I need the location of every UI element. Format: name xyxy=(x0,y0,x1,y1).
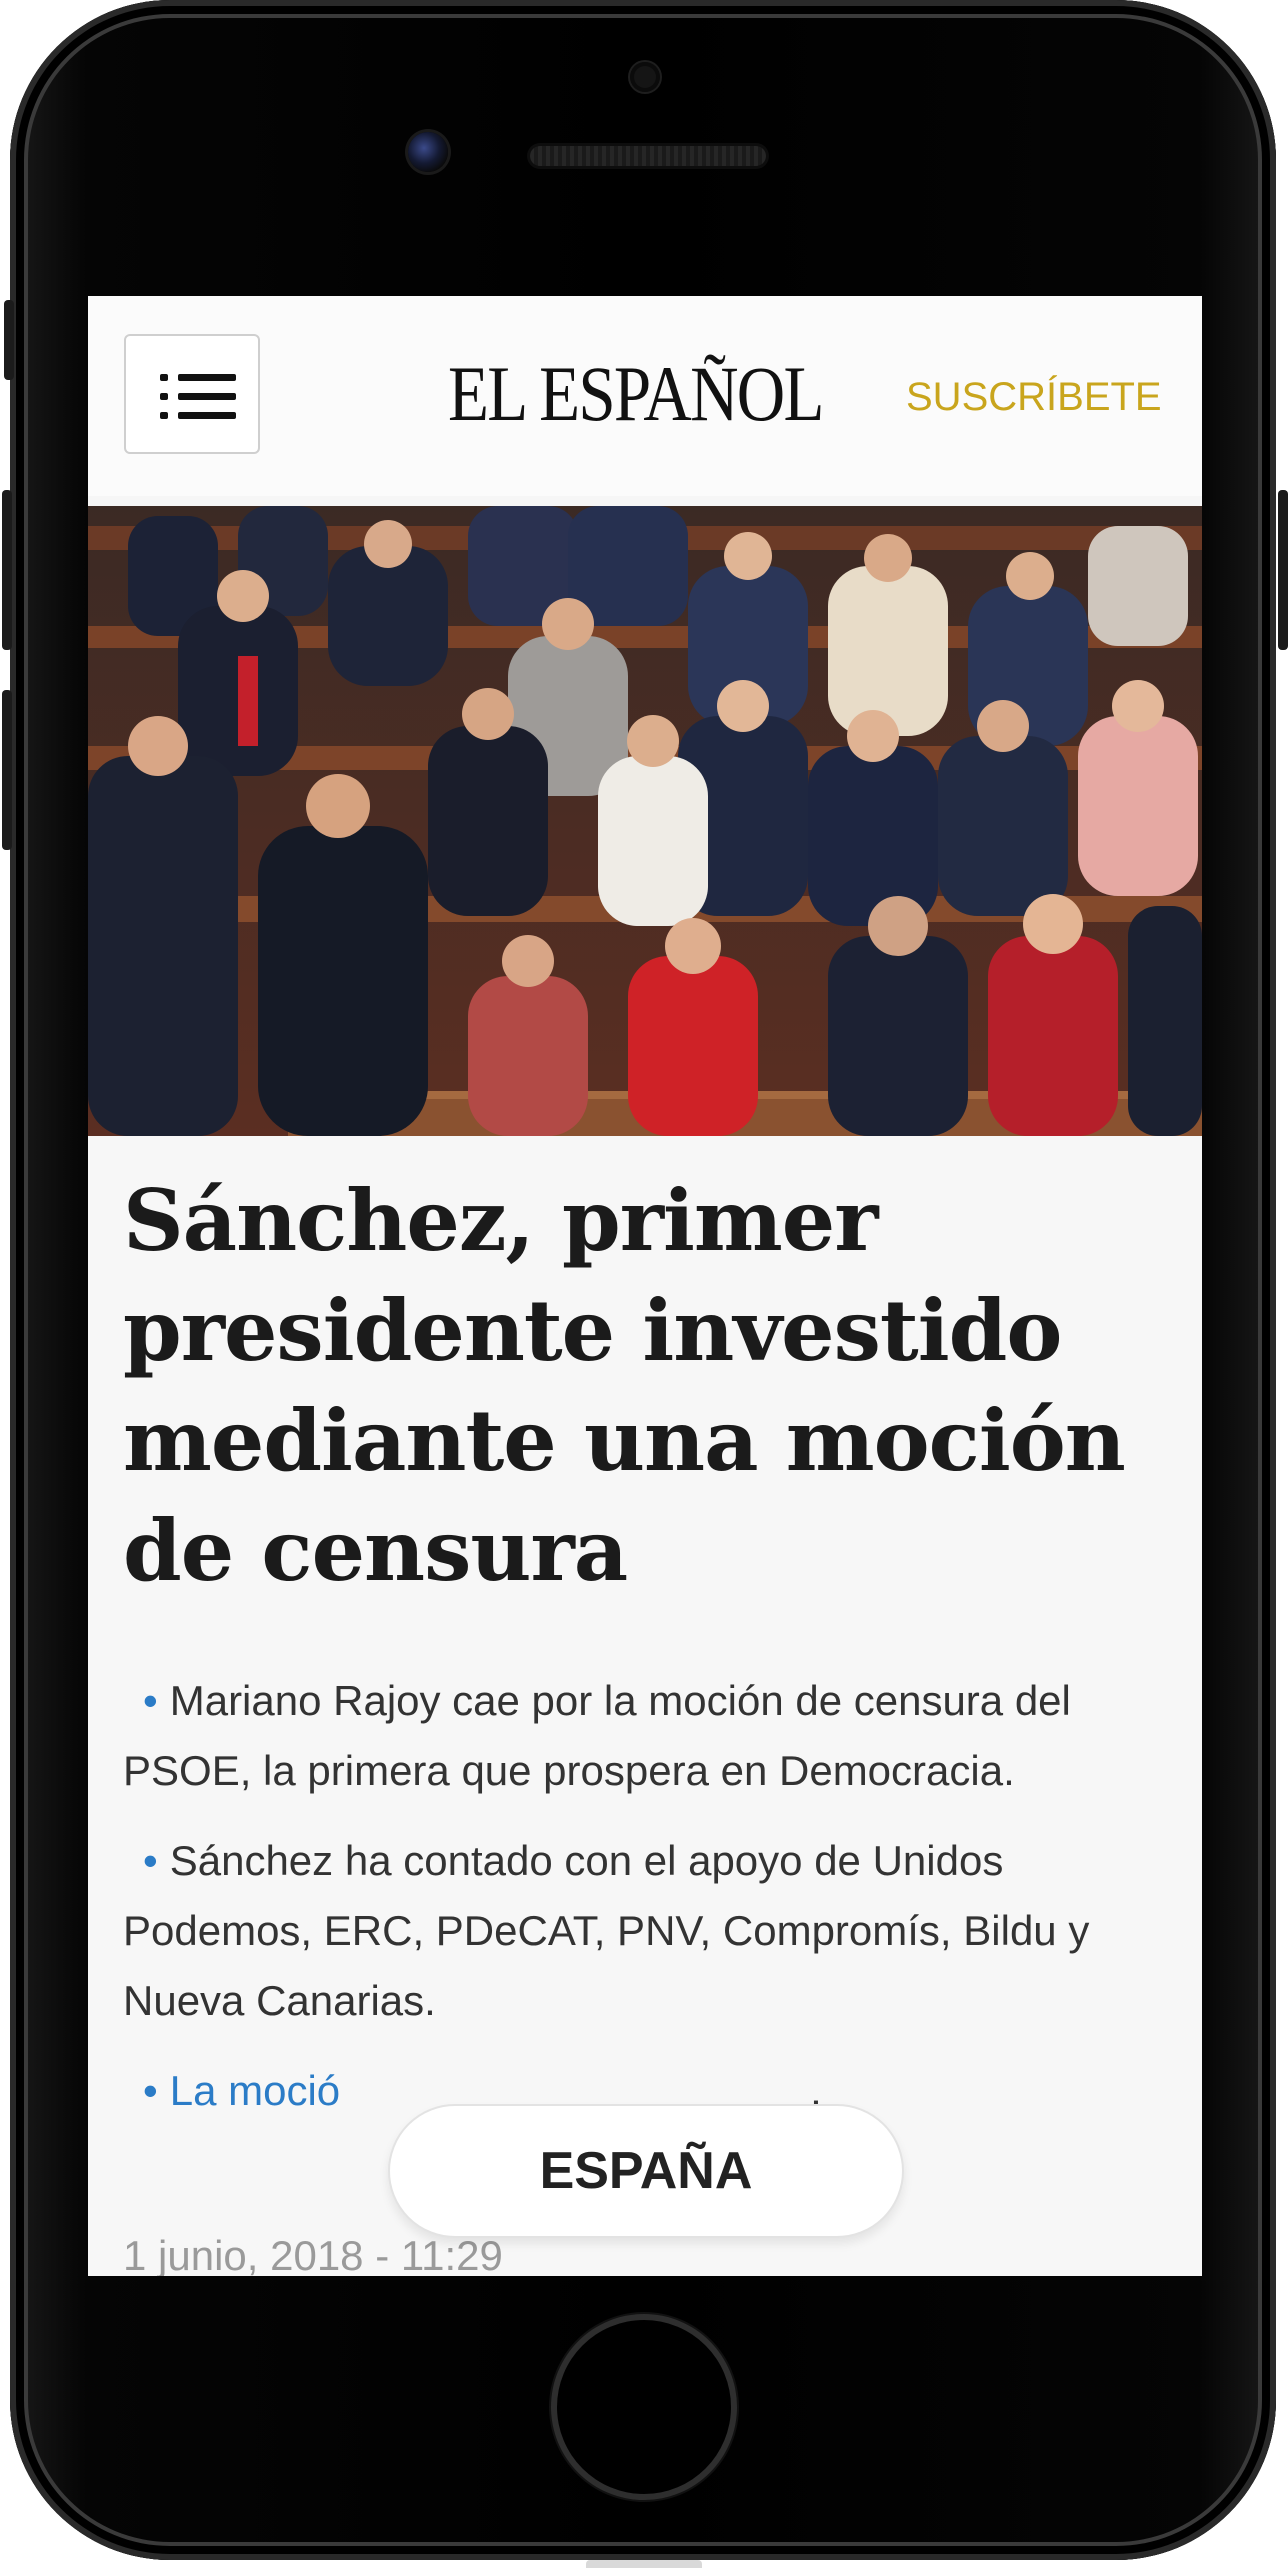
parliament-photo xyxy=(88,506,1202,1136)
bullet-dot-icon: • xyxy=(143,1837,158,1884)
hero-image[interactable] xyxy=(88,506,1202,1136)
proximity-sensor xyxy=(630,62,660,92)
list-item: • Sánchez ha contado con el apoyo de Unid… xyxy=(123,1826,1173,2036)
site-logo[interactable]: EL ESPAÑOL xyxy=(448,354,824,434)
bullet-dot-icon: • xyxy=(143,2067,158,2114)
subscribe-link[interactable]: SUSCRÍBETE xyxy=(906,372,1186,422)
site-header: EL ESPAÑOL SUSCRÍBETE xyxy=(88,296,1202,496)
power-button xyxy=(1278,490,1288,650)
section-button-espana[interactable]: ESPAÑA xyxy=(388,2104,904,2238)
article-headline[interactable]: Sánchez, primer presidente investido med… xyxy=(123,1166,1173,1606)
summary-text: Mariano Rajoy cae por la moción de censu… xyxy=(123,1677,1071,1794)
list-item: • Mariano Rajoy cae por la moción de cens… xyxy=(123,1666,1173,1806)
menu-button[interactable] xyxy=(124,334,260,454)
summary-link[interactable]: La moció xyxy=(170,2067,340,2114)
bottom-edge xyxy=(586,2560,702,2568)
phone-screen: EL ESPAÑOL SUSCRÍBETE Sánchez, primer pr… xyxy=(88,296,1202,2276)
volume-down-button xyxy=(2,690,12,850)
home-button[interactable] xyxy=(557,2320,731,2494)
article-summary-list: • Mariano Rajoy cae por la moción de cens… xyxy=(123,1666,1173,2146)
volume-up-button xyxy=(2,490,12,650)
bullet-dot-icon: • xyxy=(143,1677,158,1724)
earpiece-speaker xyxy=(530,146,766,166)
summary-text: Sánchez ha contado con el apoyo de Unido… xyxy=(123,1837,1090,2024)
stage: EL ESPAÑOL SUSCRÍBETE Sánchez, primer pr… xyxy=(0,0,1288,2568)
mute-switch xyxy=(4,300,14,380)
front-camera xyxy=(408,132,448,172)
